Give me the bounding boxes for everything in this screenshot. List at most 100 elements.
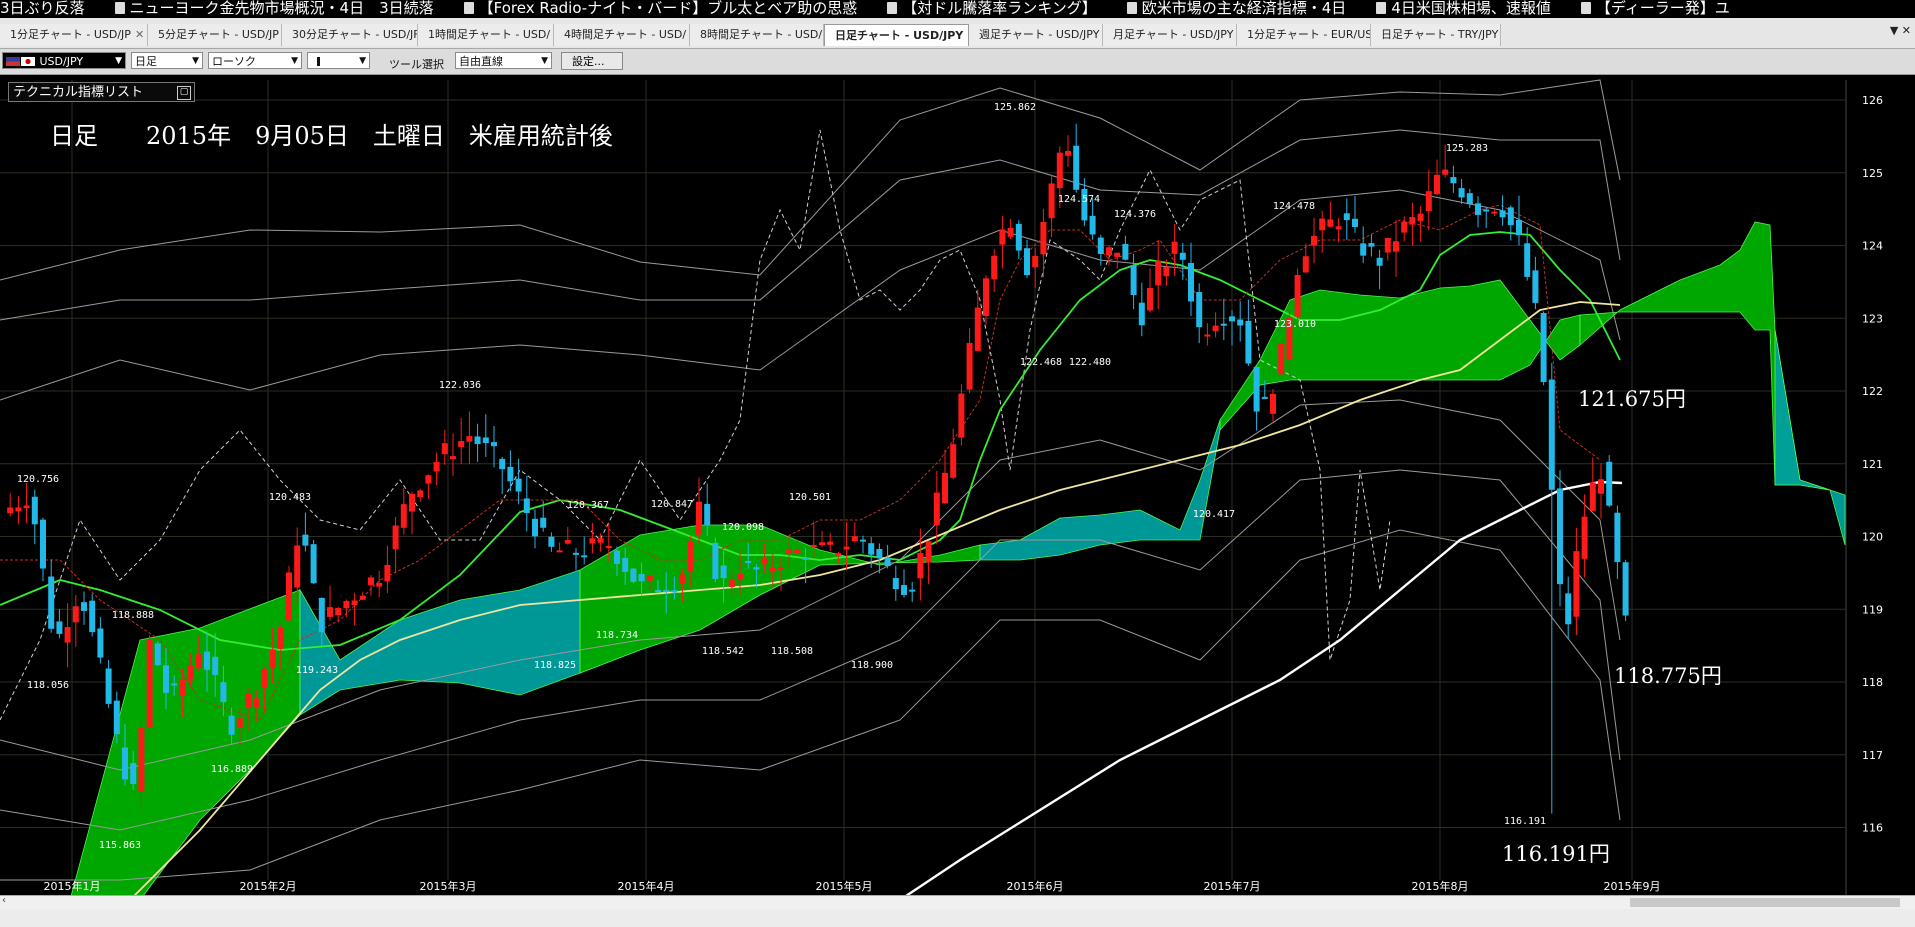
candle-body bbox=[1024, 248, 1030, 276]
candle-body bbox=[950, 444, 957, 478]
chart-tab[interactable]: 1時間足チャート - USD/✕ bbox=[418, 24, 554, 46]
candle-body bbox=[556, 550, 563, 553]
technical-indicator-label: テクニカル指標リスト bbox=[13, 85, 144, 100]
candle-body bbox=[843, 546, 850, 550]
technical-indicator-list[interactable]: テクニカル指標リスト ▢ bbox=[8, 82, 195, 102]
chart-type-label: ローソク bbox=[212, 55, 256, 68]
candle-body bbox=[958, 393, 965, 438]
candle-body bbox=[786, 549, 793, 555]
chart-tab-label: 日足チャート - TRY/JPY bbox=[1381, 28, 1499, 41]
news-headline[interactable]: 【ディーラー発】ユ bbox=[1596, 0, 1730, 17]
drawing-tool-select[interactable]: 自由直線 ▼ bbox=[455, 52, 552, 69]
chart-tab[interactable]: 1分足チャート - EUR/US✕ bbox=[1237, 24, 1371, 46]
candle-body bbox=[810, 544, 817, 547]
news-headline[interactable]: ニューヨーク金先物市場概況・4日 3日続落 bbox=[130, 0, 434, 17]
chart-tab-label: 月足チャート - USD/JPY bbox=[1113, 28, 1234, 41]
price-label: 116.889 bbox=[211, 764, 253, 775]
chart-tab[interactable]: 週足チャート - USD/JPY✕ bbox=[969, 24, 1103, 46]
candle-body bbox=[605, 546, 612, 549]
candle-body bbox=[778, 566, 784, 570]
news-headline[interactable]: 4日米国株相場、速報値 bbox=[1391, 0, 1551, 17]
currency-pair-select[interactable]: USD/JPY ▼ bbox=[2, 52, 126, 69]
chart-tab[interactable]: 8時間足チャート - USD/✕ bbox=[690, 24, 824, 46]
date-axis-label: 2015年9月 bbox=[1604, 879, 1661, 893]
close-tab-icon[interactable]: ✕ bbox=[135, 28, 144, 41]
candle-style-select[interactable]: ▼ bbox=[307, 52, 370, 69]
price-label: 116.191 bbox=[1504, 816, 1546, 827]
date-axis: 2015年1月 2015年2月 2015年3月 2015年4月 2015年5月 2015年… bbox=[44, 879, 1661, 893]
tab-controls[interactable]: ▼ ✕ bbox=[1890, 24, 1911, 37]
chevron-down-icon: ▼ bbox=[115, 56, 122, 66]
candle-body bbox=[1516, 219, 1522, 236]
scroll-left-icon[interactable]: ‹ bbox=[2, 895, 6, 906]
annotation-close: 118.775円 bbox=[1614, 664, 1722, 688]
candle-body bbox=[1409, 217, 1416, 225]
chart-tab[interactable]: 4時間足チャート - USD/✕ bbox=[554, 24, 690, 46]
candle-body bbox=[728, 579, 735, 588]
price-label: 124.478 bbox=[1273, 201, 1315, 212]
price-label: 122.036 bbox=[439, 380, 481, 391]
us-flag-icon bbox=[6, 57, 20, 66]
candle-body bbox=[212, 656, 219, 675]
chart-type-select[interactable]: ローソク ▼ bbox=[208, 52, 302, 69]
price-label: 124.574 bbox=[1058, 194, 1100, 205]
candle-body bbox=[1311, 235, 1317, 246]
candle-body bbox=[1606, 461, 1613, 506]
candle-body bbox=[1130, 265, 1137, 296]
candle-body bbox=[966, 343, 973, 390]
candle-body bbox=[532, 518, 538, 537]
candle-body bbox=[31, 496, 38, 525]
chart-tab[interactable]: 5分足チャート - USD/JP✕ bbox=[148, 24, 282, 46]
news-headline[interactable]: 【対ドル騰落率ランキング】 bbox=[902, 0, 1097, 17]
price-axis-label: 125 bbox=[1862, 167, 1883, 180]
candle-body bbox=[384, 564, 391, 582]
candle-body bbox=[761, 558, 768, 565]
chart-tab-label: 1時間足チャート - USD/ bbox=[428, 28, 551, 41]
price-chart[interactable]: 120.756 118.056 115.863 118.888 116.889 120.4… bbox=[0, 75, 1915, 895]
price-label: 124.376 bbox=[1114, 209, 1156, 220]
candle-body bbox=[942, 472, 948, 504]
candle-body bbox=[1384, 237, 1391, 253]
price-label: 120.501 bbox=[789, 492, 831, 503]
price-label: 120.847 bbox=[651, 499, 693, 510]
chart-tab[interactable]: 30分足チャート - USD/JF✕ bbox=[282, 24, 418, 46]
candle-body bbox=[573, 552, 579, 555]
candle-body bbox=[64, 627, 71, 643]
news-headline[interactable]: 3日ぶり反落 bbox=[0, 0, 85, 17]
candle-body bbox=[1368, 243, 1375, 247]
candle-body bbox=[827, 541, 834, 545]
candle-body bbox=[1614, 512, 1621, 563]
candle-body bbox=[1048, 183, 1055, 219]
news-headline[interactable]: 【Forex Radio-ナイト・バード】ブル太とベア助の思惑 bbox=[479, 0, 858, 17]
candle-body bbox=[1458, 188, 1465, 198]
chart-tab[interactable]: 日足チャート - USD/JPY✕ bbox=[824, 24, 969, 46]
candle-body bbox=[974, 307, 981, 351]
price-label: 122.480 bbox=[1069, 357, 1111, 368]
settings-button[interactable]: 設定... bbox=[561, 52, 623, 70]
candle-body bbox=[1007, 228, 1014, 237]
candle-body bbox=[1163, 266, 1170, 277]
scrollbar-thumb[interactable] bbox=[1630, 898, 1900, 907]
candle-body bbox=[113, 700, 120, 735]
chart-tab-label: 日足チャート - USD/JPY bbox=[835, 29, 964, 42]
candle-body bbox=[130, 763, 137, 784]
candle-body bbox=[1114, 252, 1121, 257]
chart-tab[interactable]: 1分足チャート - USD/JP ✕ bbox=[0, 24, 148, 46]
candle-body bbox=[737, 573, 743, 581]
candle-body bbox=[663, 590, 670, 593]
chevron-down-icon: ▼ bbox=[359, 56, 366, 66]
timeframe-select[interactable]: 日足 ▼ bbox=[131, 52, 203, 69]
collapse-icon[interactable]: ▢ bbox=[177, 86, 191, 100]
chart-tab[interactable]: 日足チャート - TRY/JPY✕ bbox=[1371, 24, 1501, 46]
horizontal-scrollbar[interactable]: ‹ bbox=[0, 895, 1915, 910]
price-label: 120.098 bbox=[722, 522, 764, 533]
candle-body bbox=[72, 606, 79, 623]
chart-tab[interactable]: 月足チャート - USD/JPY✕ bbox=[1103, 24, 1237, 46]
candle-body bbox=[310, 544, 317, 584]
candle-body bbox=[655, 590, 661, 593]
candle-body bbox=[548, 536, 555, 547]
candle-body bbox=[277, 627, 284, 649]
news-headline[interactable]: 欧米市場の主な経済指標・4日 bbox=[1142, 0, 1347, 17]
price-axis-label: 126 bbox=[1862, 94, 1883, 107]
candle-body bbox=[909, 589, 916, 592]
